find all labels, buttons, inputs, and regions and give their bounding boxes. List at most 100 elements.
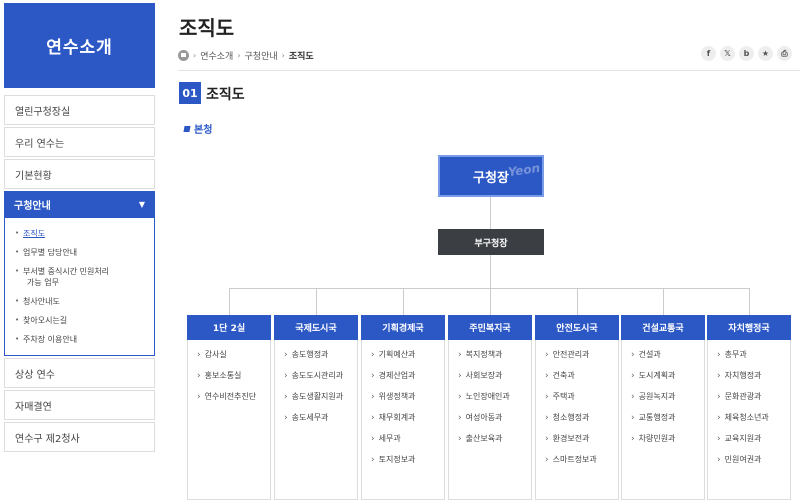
- org-column-body: 복지정책과 사회보장과 노인장애인과 여성아동과 출산보육과: [448, 340, 532, 500]
- sidebar-item-office-guide[interactable]: 구청안내 ▼: [4, 191, 155, 218]
- org-dept-item[interactable]: 위생정책과: [362, 386, 444, 407]
- org-dept-item[interactable]: 자치행정과: [708, 365, 790, 386]
- org-dept-item[interactable]: 토지정보과: [362, 449, 444, 470]
- sidebar-item-second-office[interactable]: 연수구 제2청사: [4, 422, 155, 452]
- org-dept-item[interactable]: 안전관리과: [536, 344, 618, 365]
- facebook-icon[interactable]: f: [701, 46, 716, 61]
- org-dept-item[interactable]: 환경보전과: [536, 428, 618, 449]
- chevron-right-icon: ›: [193, 51, 197, 60]
- org-dept-item[interactable]: 감사실: [188, 344, 270, 365]
- sidebar-item-office-guide-label: 구청안내: [14, 201, 51, 212]
- org-column-head[interactable]: 1단 2실: [187, 315, 271, 340]
- sidebar-item-about-yeonsu[interactable]: 우리 연수는: [4, 127, 155, 157]
- org-dept-item[interactable]: 건설과: [622, 344, 704, 365]
- org-deputy-box[interactable]: 부구청장: [438, 229, 544, 255]
- submenu-directions[interactable]: 찾아오시는길: [15, 311, 146, 330]
- org-chief-label: 구청장: [473, 170, 509, 186]
- org-column-head[interactable]: 안전도시국: [535, 315, 619, 340]
- share-toolbar: f 𝕏 b ★ ⎙: [701, 46, 792, 61]
- org-dept-item[interactable]: 송도생활지원과: [275, 386, 357, 407]
- bullet-square-icon: [183, 125, 191, 132]
- org-dept-item[interactable]: 노인장애인과: [449, 386, 531, 407]
- org-column-head[interactable]: 건설교통국: [621, 315, 705, 340]
- org-column: 자치행정국 총무과 자치행정과 문화관광과 체육청소년과 교육지원과 민원여권과: [707, 315, 791, 500]
- org-dept-item[interactable]: 교육지원과: [708, 428, 790, 449]
- org-dept-item[interactable]: 차량민원과: [622, 428, 704, 449]
- page-title: 조직도: [179, 16, 235, 40]
- org-column-head[interactable]: 자치행정국: [707, 315, 791, 340]
- chevron-right-icon: ›: [281, 51, 285, 60]
- org-column-body: 건설과 도시계획과 공원녹지과 교통행정과 차량민원과: [621, 340, 705, 500]
- org-dept-item[interactable]: 스마트정보과: [536, 449, 618, 470]
- org-column-body: 총무과 자치행정과 문화관광과 체육청소년과 교육지원과 민원여권과: [707, 340, 791, 500]
- submenu-building-map[interactable]: 청사안내도: [15, 292, 146, 311]
- submenu-lunch-service[interactable]: 부서별 중식시간 민원처리 가능 업무: [15, 262, 146, 292]
- org-column-body: 송도행정과 송도도시관리과 송도생활지원과 송도세무과: [274, 340, 358, 500]
- section-number: 01: [179, 82, 201, 104]
- org-dept-item[interactable]: 홍보소통실: [188, 365, 270, 386]
- org-column-head[interactable]: 주민복지국: [448, 315, 532, 340]
- blog-icon[interactable]: b: [739, 46, 754, 61]
- org-column-head[interactable]: 국제도시국: [274, 315, 358, 340]
- org-column-head[interactable]: 기획경제국: [361, 315, 445, 340]
- breadcrumb-item[interactable]: 연수소개: [200, 49, 233, 62]
- breadcrumb: › 연수소개 › 구청안내 › 조직도: [178, 49, 314, 62]
- connector-line: [229, 288, 230, 315]
- submenu-lunch-service-line2: 가능 업무: [27, 278, 59, 287]
- org-dept-item[interactable]: 출산보육과: [449, 428, 531, 449]
- org-column: 안전도시국 안전관리과 건축과 주택과 청소행정과 환경보전과 스마트정보과: [535, 315, 619, 500]
- org-dept-item[interactable]: 공원녹지과: [622, 386, 704, 407]
- connector-line: [403, 288, 404, 315]
- yeonsu-logo-watermark-icon: Yeon: [507, 160, 541, 180]
- org-chief-box[interactable]: 구청장 Yeon: [438, 155, 544, 197]
- org-column: 기획경제국 기획예산과 경제산업과 위생정책과 재무회계과 세무과 토지정보과: [361, 315, 445, 500]
- star-icon[interactable]: ★: [758, 46, 773, 61]
- connector-line: [577, 288, 578, 315]
- sidebar-submenu: 조직도 업무별 담당안내 부서별 중식시간 민원처리 가능 업무 청사안내도 찾…: [4, 218, 155, 356]
- sidebar-item-sister-cities[interactable]: 자매결연: [4, 390, 155, 420]
- submenu-duty-guide[interactable]: 업무별 담당안내: [15, 243, 146, 262]
- org-dept-item[interactable]: 송도세무과: [275, 407, 357, 428]
- org-dept-item[interactable]: 재무회계과: [362, 407, 444, 428]
- org-dept-item[interactable]: 민원여권과: [708, 449, 790, 470]
- chevron-right-icon: ›: [237, 51, 241, 60]
- org-column: 1단 2실 감사실 홍보소통실 연수비전추진단: [187, 315, 271, 500]
- org-dept-item[interactable]: 교통행정과: [622, 407, 704, 428]
- org-dept-item[interactable]: 사회보장과: [449, 365, 531, 386]
- org-dept-item[interactable]: 여성아동과: [449, 407, 531, 428]
- org-column-body: 기획예산과 경제산업과 위생정책과 재무회계과 세무과 토지정보과: [361, 340, 445, 500]
- org-dept-item[interactable]: 경제산업과: [362, 365, 444, 386]
- org-dept-item[interactable]: 도시계획과: [622, 365, 704, 386]
- triangle-down-icon: ▼: [138, 200, 145, 209]
- org-dept-item[interactable]: 청소행정과: [536, 407, 618, 428]
- x-twitter-icon[interactable]: 𝕏: [720, 46, 735, 61]
- org-column: 국제도시국 송도행정과 송도도시관리과 송도생활지원과 송도세무과: [274, 315, 358, 500]
- org-column: 건설교통국 건설과 도시계획과 공원녹지과 교통행정과 차량민원과: [621, 315, 705, 500]
- submenu-parking[interactable]: 주차장 이용안내: [15, 330, 146, 349]
- org-dept-item[interactable]: 총무과: [708, 344, 790, 365]
- sidebar-item-imagine-yeonsu[interactable]: 상상 연수: [4, 358, 155, 388]
- org-column: 주민복지국 복지정책과 사회보장과 노인장애인과 여성아동과 출산보육과: [448, 315, 532, 500]
- submenu-org-chart[interactable]: 조직도: [15, 224, 146, 243]
- sidebar-item-basic-status[interactable]: 기본현황: [4, 159, 155, 189]
- org-dept-item[interactable]: 송도도시관리과: [275, 365, 357, 386]
- connector-line: [490, 288, 491, 315]
- connector-line: [663, 288, 664, 315]
- org-dept-item[interactable]: 연수비전추진단: [188, 386, 270, 407]
- org-dept-item[interactable]: 주택과: [536, 386, 618, 407]
- org-dept-item[interactable]: 건축과: [536, 365, 618, 386]
- connector-line: [316, 288, 317, 315]
- sidebar-item-open-office[interactable]: 열린구청장실: [4, 95, 155, 125]
- sidebar-title: 연수소개: [4, 3, 155, 88]
- section-title: 조직도: [206, 87, 245, 103]
- org-dept-item[interactable]: 송도행정과: [275, 344, 357, 365]
- org-dept-item[interactable]: 복지정책과: [449, 344, 531, 365]
- home-icon[interactable]: [178, 50, 189, 61]
- breadcrumb-item[interactable]: 구청안내: [245, 49, 278, 62]
- org-dept-item[interactable]: 체육청소년과: [708, 407, 790, 428]
- org-dept-item[interactable]: 세무과: [362, 428, 444, 449]
- org-dept-item[interactable]: 문화관광과: [708, 386, 790, 407]
- subheading-label: 본청: [194, 125, 213, 136]
- print-icon[interactable]: ⎙: [777, 46, 792, 61]
- org-dept-item[interactable]: 기획예산과: [362, 344, 444, 365]
